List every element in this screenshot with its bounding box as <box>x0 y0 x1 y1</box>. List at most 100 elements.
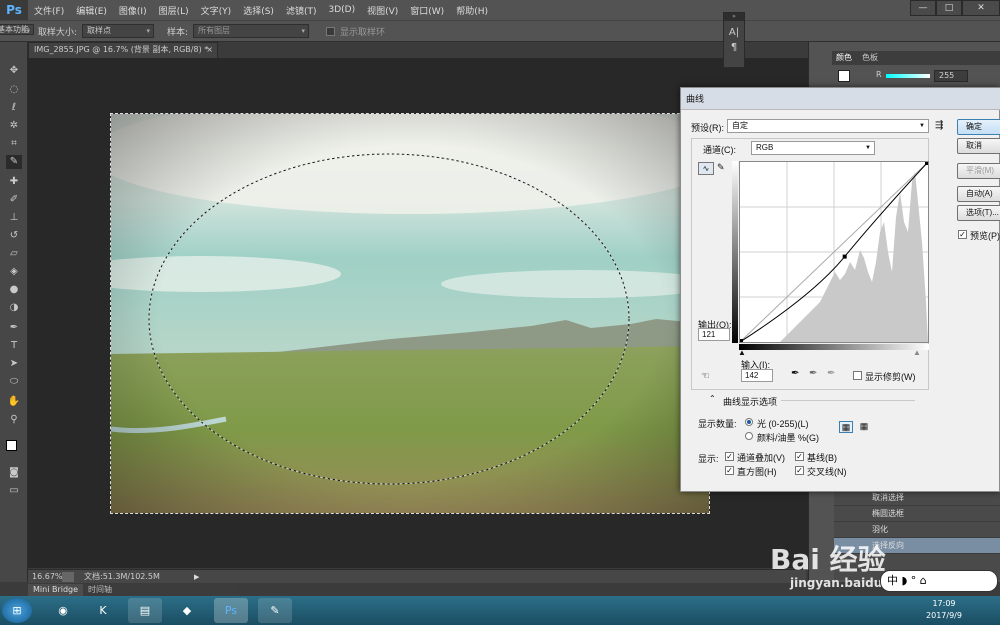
blur-tool-icon[interactable]: ● <box>6 283 22 297</box>
zoom-level[interactable]: 16.67% <box>28 572 63 581</box>
simple-grid-icon[interactable]: ▦ <box>839 421 853 433</box>
preview-checkbox[interactable]: ✓ <box>958 230 967 239</box>
paint-bucket-icon[interactable]: ◈ <box>6 265 22 279</box>
black-eyedropper-icon[interactable]: ✒ <box>791 368 799 379</box>
tab-timeline[interactable]: 时间轴 <box>83 584 117 596</box>
intersection-checkbox[interactable]: ✓ <box>795 466 804 475</box>
brush-tool-icon[interactable]: ✐ <box>6 193 22 207</box>
cancel-button[interactable]: 取消 <box>957 138 1000 154</box>
gray-eyedropper-icon[interactable]: ✒ <box>809 368 817 379</box>
character-icon[interactable]: A| <box>724 27 744 38</box>
history-item[interactable]: 取消选择 <box>834 490 1000 506</box>
history-item[interactable]: 羽化 <box>834 522 1000 538</box>
menu-layer[interactable]: 图层(L) <box>153 4 195 17</box>
stamp-tool-icon[interactable]: ⊥ <box>6 211 22 225</box>
photo-canvas[interactable] <box>110 113 710 514</box>
photoshop-taskbar-icon[interactable]: Ps <box>214 598 248 623</box>
history-item[interactable]: 椭圆选框 <box>834 506 1000 522</box>
black-point-slider-icon[interactable]: ▲ <box>738 348 746 357</box>
document-tab[interactable]: IMG_2855.JPG @ 16.7% (背景 副本, RGB/8) * × <box>28 42 218 58</box>
histogram-checkbox[interactable]: ✓ <box>725 466 734 475</box>
menu-help[interactable]: 帮助(H) <box>450 4 494 17</box>
menu-view[interactable]: 视图(V) <box>361 4 404 17</box>
pencil-icon[interactable]: ✎ <box>717 162 729 175</box>
marquee-tool-icon[interactable]: ◌ <box>6 83 22 97</box>
input-field[interactable]: 142 <box>741 369 773 382</box>
r-slider[interactable] <box>886 74 930 78</box>
zoom-tool-icon[interactable]: ⚲ <box>6 413 22 427</box>
white-eyedropper-icon[interactable]: ✒ <box>827 368 835 379</box>
menu-image[interactable]: 图像(I) <box>113 4 153 17</box>
r-value[interactable]: 255 <box>934 70 968 82</box>
close-button[interactable]: ✕ <box>962 0 1000 16</box>
show-ring-checkbox[interactable] <box>326 26 335 36</box>
output-gradient <box>732 161 738 343</box>
light-radio[interactable] <box>745 418 753 426</box>
status-arrow-icon[interactable]: ▶ <box>194 573 199 581</box>
options-button[interactable]: 选项(T)... <box>957 205 1000 221</box>
explorer-icon[interactable]: ▤ <box>128 598 162 623</box>
curves-graph[interactable] <box>739 161 929 343</box>
white-point-slider-icon[interactable]: ▲ <box>913 348 921 357</box>
preset-options-icon[interactable]: ⇶ <box>935 120 943 131</box>
detailed-grid-icon[interactable]: ▦ <box>857 421 871 433</box>
fg-color-swatch[interactable] <box>838 70 850 82</box>
tab-mini-bridge[interactable]: Mini Bridge <box>28 584 84 596</box>
status-icon[interactable] <box>62 571 74 582</box>
menu-edit[interactable]: 编辑(E) <box>70 4 113 17</box>
output-field[interactable]: 121 <box>698 328 730 341</box>
restore-button[interactable]: □ <box>936 0 962 16</box>
start-button-icon[interactable]: ⊞ <box>2 598 32 623</box>
move-tool-icon[interactable]: ✥ <box>6 64 22 78</box>
menu-3d[interactable]: 3D(D) <box>322 5 361 15</box>
pen-tool-icon[interactable]: ✒ <box>6 321 22 335</box>
hand-tool-icon[interactable]: ✋ <box>6 395 22 409</box>
smooth-button[interactable]: 平滑(M) <box>957 163 1000 179</box>
dodge-tool-icon[interactable]: ◑ <box>6 301 22 315</box>
menu-window[interactable]: 窗口(W) <box>404 4 450 17</box>
menu-select[interactable]: 选择(S) <box>237 4 280 17</box>
tab-color[interactable]: 颜色 <box>836 52 852 63</box>
path-selection-icon[interactable]: ➤ <box>6 357 22 371</box>
ok-button[interactable]: 确定 <box>957 119 1000 135</box>
paragraph-icon[interactable]: ¶ <box>724 42 744 53</box>
target-adjust-icon[interactable]: ☜ <box>701 371 710 382</box>
tab-swatches[interactable]: 色板 <box>862 52 878 63</box>
show-clipping-checkbox[interactable] <box>853 371 862 380</box>
taskbar-clock[interactable]: 17:09 2017/9/9 <box>918 598 970 622</box>
minimize-button[interactable]: — <box>910 0 936 16</box>
chrome-icon[interactable]: ◉ <box>46 598 80 623</box>
sample-size-dropdown[interactable]: 取样点 <box>81 24 154 38</box>
eraser-tool-icon[interactable]: ▱ <box>6 247 22 261</box>
history-brush-icon[interactable]: ↺ <box>6 229 22 243</box>
baseline-checkbox[interactable]: ✓ <box>795 452 804 461</box>
sample-dropdown[interactable]: 所有图层 <box>193 24 309 38</box>
workspace-dropdown[interactable]: 基本功能 <box>0 24 34 35</box>
shape-tool-icon[interactable]: ⬭ <box>6 375 22 389</box>
channel-overlay-checkbox[interactable]: ✓ <box>725 452 734 461</box>
screen-mode-icon[interactable]: ▭ <box>6 484 22 498</box>
kugou-icon[interactable]: K <box>86 598 120 623</box>
menu-type[interactable]: 文字(Y) <box>195 4 238 17</box>
type-tool-icon[interactable]: T <box>6 339 22 353</box>
healing-brush-icon[interactable]: ✚ <box>6 175 22 189</box>
collapse-options-icon[interactable]: ⌃ <box>709 394 716 403</box>
menu-file[interactable]: 文件(F) <box>28 4 70 17</box>
paint-icon[interactable]: ✎ <box>258 598 292 623</box>
foreground-color-swatch[interactable] <box>6 440 17 451</box>
folder-app-icon[interactable]: ◆ <box>170 598 204 623</box>
collapse-icon[interactable]: » <box>724 13 744 21</box>
pigment-radio[interactable] <box>745 432 753 440</box>
auto-button[interactable]: 自动(A) <box>957 186 1000 202</box>
eyedropper-tool-icon[interactable]: ✎ <box>6 155 22 169</box>
tab-close-icon[interactable]: × <box>206 43 213 57</box>
quick-mask-icon[interactable]: ◙ <box>6 466 22 480</box>
ime-toolbar[interactable]: 中 ◗ ° ⌂ <box>880 570 998 592</box>
magic-wand-icon[interactable]: ✲ <box>6 119 22 133</box>
menu-filter[interactable]: 滤镜(T) <box>280 4 323 17</box>
preset-dropdown[interactable]: 自定 <box>727 119 929 133</box>
lasso-tool-icon[interactable]: ℓ <box>6 101 22 115</box>
curve-edit-icon[interactable]: ∿ <box>698 162 714 175</box>
crop-tool-icon[interactable]: ⌗ <box>6 137 22 151</box>
channel-dropdown[interactable]: RGB <box>751 141 875 155</box>
